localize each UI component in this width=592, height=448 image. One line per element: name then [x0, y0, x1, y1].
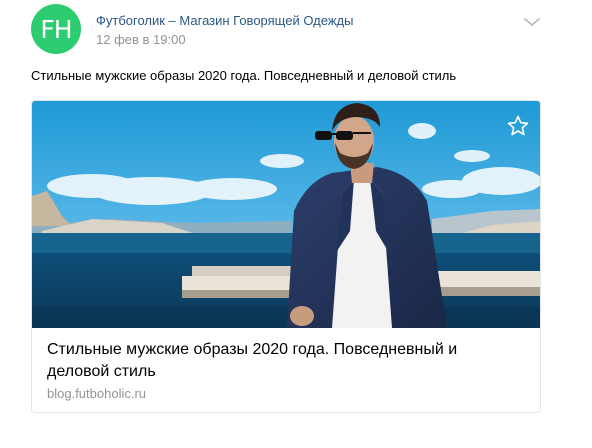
post-date-link[interactable]: 12 фев в 19:00	[96, 32, 186, 47]
post-text: Стильные мужские образы 2020 года. Повсе…	[31, 68, 457, 83]
avatar-initials: FH	[40, 14, 72, 44]
author-avatar[interactable]: FH	[31, 4, 81, 54]
man-in-blue-blazer-by-sea-photo[interactable]	[32, 101, 540, 328]
wall-post: FH Футбоголик – Магазин Говорящей Одежды…	[0, 0, 592, 448]
attachment-domain: blog.futboholic.ru	[47, 386, 147, 401]
chevron-down-icon[interactable]	[522, 15, 542, 29]
link-attachment-card[interactable]: Стильные мужские образы 2020 года. Повсе…	[31, 100, 541, 413]
star-outline-icon[interactable]	[506, 114, 530, 138]
author-name-link[interactable]: Футбоголик – Магазин Говорящей Одежды	[96, 13, 353, 28]
attachment-title-link[interactable]: Стильные мужские образы 2020 года. Повсе…	[47, 339, 517, 383]
